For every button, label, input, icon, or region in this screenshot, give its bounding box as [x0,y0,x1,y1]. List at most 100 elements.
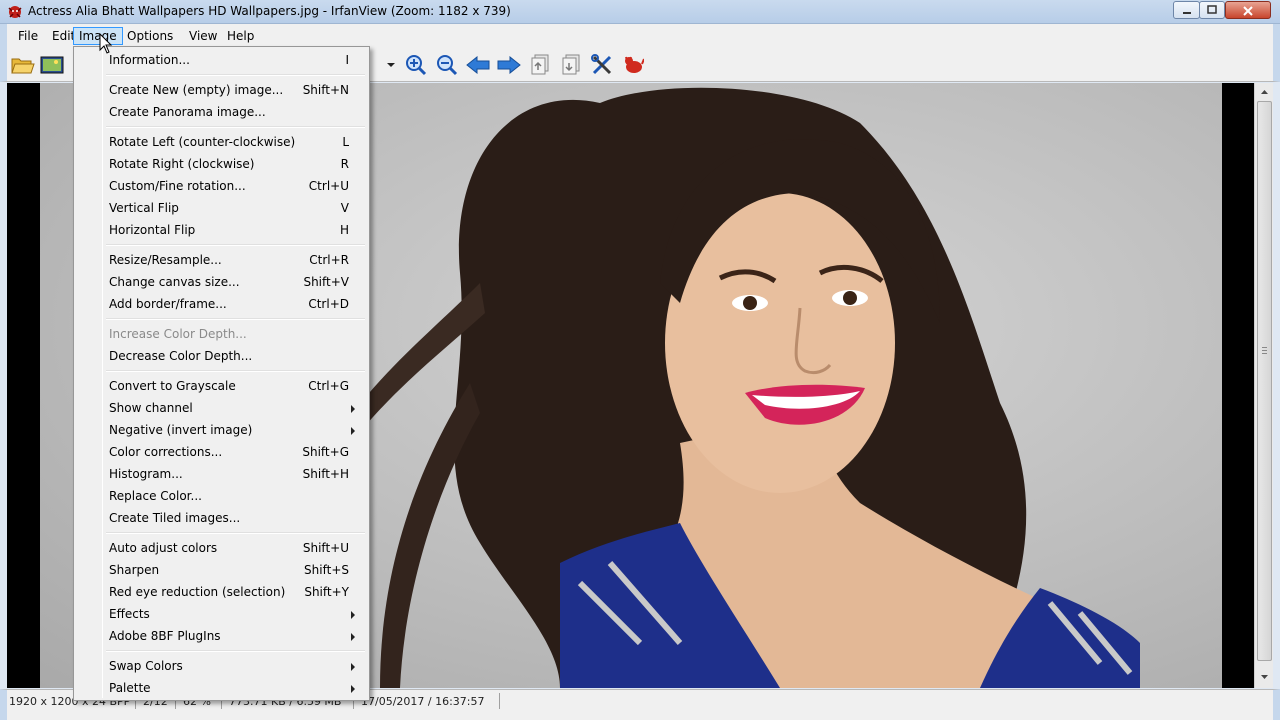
menu-item-label: Custom/Fine rotation... [109,179,246,193]
menu-item-grayscale[interactable]: Convert to Grayscale Ctrl+G [76,375,367,397]
menu-item-auto-adjust[interactable]: Auto adjust colors Shift+U [76,537,367,559]
menu-item-create-tiled[interactable]: Create Tiled images... [76,507,367,529]
menu-item-horizontal-flip[interactable]: Horizontal Flip H [76,219,367,241]
next-arrow-icon[interactable] [496,52,522,78]
menu-item-label: Swap Colors [109,659,183,673]
irfanview-cat-icon[interactable] [620,52,646,78]
menu-item-shortcut: Shift+Y [304,585,349,599]
close-button[interactable] [1225,1,1271,19]
menu-item-label: Convert to Grayscale [109,379,236,393]
window-title: Actress Alia Bhatt Wallpapers HD Wallpap… [28,4,511,18]
menu-item-increase-color-depth: Increase Color Depth... [76,323,367,345]
combo-dropdown-icon[interactable] [383,57,399,73]
menu-item-label: Palette [109,681,151,695]
image-menu-dropdown: Information... I Create New (empty) image… [73,46,370,701]
menu-item-vertical-flip[interactable]: Vertical Flip V [76,197,367,219]
menu-image[interactable]: Image [73,27,123,45]
menu-separator [106,532,365,534]
grip-icon [1262,347,1267,355]
maximize-button[interactable] [1199,1,1225,19]
vertical-scrollbar[interactable] [1254,83,1273,688]
irfanview-red-cat-icon[interactable] [7,4,23,20]
menu-item-label: Red eye reduction (selection) [109,585,286,599]
menu-item-shortcut: Shift+H [302,467,349,481]
menu-item-negative[interactable]: Negative (invert image) [76,419,367,441]
paste-page-icon[interactable] [558,52,584,78]
menu-item-shortcut: Shift+N [302,83,349,97]
menu-item-custom-rotation[interactable]: Custom/Fine rotation... Ctrl+U [76,175,367,197]
menu-item-shortcut: Ctrl+R [309,253,349,267]
scroll-up-icon[interactable] [1257,85,1272,100]
menu-item-shortcut: Ctrl+D [308,297,349,311]
menu-item-add-border[interactable]: Add border/frame... Ctrl+D [76,293,367,315]
menu-item-histogram[interactable]: Histogram... Shift+H [76,463,367,485]
menu-item-swap-colors[interactable]: Swap Colors [76,655,367,677]
menu-options[interactable]: Options [122,28,178,46]
menu-item-label: Vertical Flip [109,201,179,215]
menu-separator [106,370,365,372]
menu-item-label: Resize/Resample... [109,253,222,267]
minimize-button[interactable] [1173,1,1200,19]
mouse-cursor-icon [99,33,113,54]
menu-item-replace-color[interactable]: Replace Color... [76,485,367,507]
slideshow-icon[interactable] [39,52,65,78]
menu-item-rotate-left[interactable]: Rotate Left (counter-clockwise) L [76,131,367,153]
close-icon [1243,6,1253,16]
menu-item-label: Increase Color Depth... [109,327,247,341]
menu-bar: File Edit Image Options View Help [0,24,1280,48]
menu-item-rotate-right[interactable]: Rotate Right (clockwise) R [76,153,367,175]
menu-item-shortcut: V [340,201,349,215]
scrollbar-thumb[interactable] [1257,101,1272,661]
open-folder-icon[interactable] [10,52,36,78]
menu-item-label: Horizontal Flip [109,223,196,237]
scroll-down-icon[interactable] [1257,669,1272,684]
menu-item-sharpen[interactable]: Sharpen Shift+S [76,559,367,581]
zoom-out-icon[interactable] [434,52,460,78]
menu-item-shortcut: Shift+U [302,541,349,555]
menu-item-canvas-size[interactable]: Change canvas size... Shift+V [76,271,367,293]
menu-item-label: Effects [109,607,150,621]
tools-icon[interactable] [589,52,615,78]
menu-file[interactable]: File [13,28,43,46]
menu-item-label: Rotate Right (clockwise) [109,157,255,171]
menu-item-shortcut: Shift+V [303,275,349,289]
previous-arrow-icon[interactable] [465,52,491,78]
menu-item-label: Decrease Color Depth... [109,349,253,363]
menu-separator [106,318,365,320]
menu-item-red-eye[interactable]: Red eye reduction (selection) Shift+Y [76,581,367,603]
menu-item-color-corrections[interactable]: Color corrections... Shift+G [76,441,367,463]
title-bar: Actress Alia Bhatt Wallpapers HD Wallpap… [0,0,1280,24]
submenu-arrow-icon [351,685,355,693]
menu-item-8bf-plugins[interactable]: Adobe 8BF PlugIns [76,625,367,647]
menu-item-shortcut: Ctrl+G [308,379,349,393]
menu-item-shortcut: I [345,53,349,67]
copy-page-icon[interactable] [527,52,553,78]
menu-item-effects[interactable]: Effects [76,603,367,625]
menu-item-show-channel[interactable]: Show channel [76,397,367,419]
menu-item-label: Adobe 8BF PlugIns [109,629,221,643]
menu-item-palette[interactable]: Palette [76,677,367,699]
menu-item-shortcut: H [339,223,349,237]
menu-item-label: Show channel [109,401,193,415]
menu-separator [106,74,365,76]
submenu-arrow-icon [351,633,355,641]
menu-item-label: Create Tiled images... [109,511,241,525]
menu-item-shortcut: Ctrl+U [308,179,349,193]
menu-view[interactable]: View [184,28,222,46]
menu-item-information[interactable]: Information... I [76,49,367,71]
menu-help[interactable]: Help [222,28,259,46]
menu-item-label: Information... [109,53,190,67]
menu-item-shortcut: R [340,157,349,171]
menu-item-label: Rotate Left (counter-clockwise) [109,135,296,149]
submenu-arrow-icon [351,405,355,413]
menu-item-create-panorama[interactable]: Create Panorama image... [76,101,367,123]
menu-item-create-new-image[interactable]: Create New (empty) image... Shift+N [76,79,367,101]
menu-item-label: Create New (empty) image... [109,83,284,97]
menu-item-label: Color corrections... [109,445,223,459]
status-divider [499,693,500,709]
maximize-icon [1207,5,1217,14]
menu-item-decrease-color-depth[interactable]: Decrease Color Depth... [76,345,367,367]
zoom-in-icon[interactable] [403,52,429,78]
menu-item-resize[interactable]: Resize/Resample... Ctrl+R [76,249,367,271]
menu-item-shortcut: Shift+S [304,563,349,577]
